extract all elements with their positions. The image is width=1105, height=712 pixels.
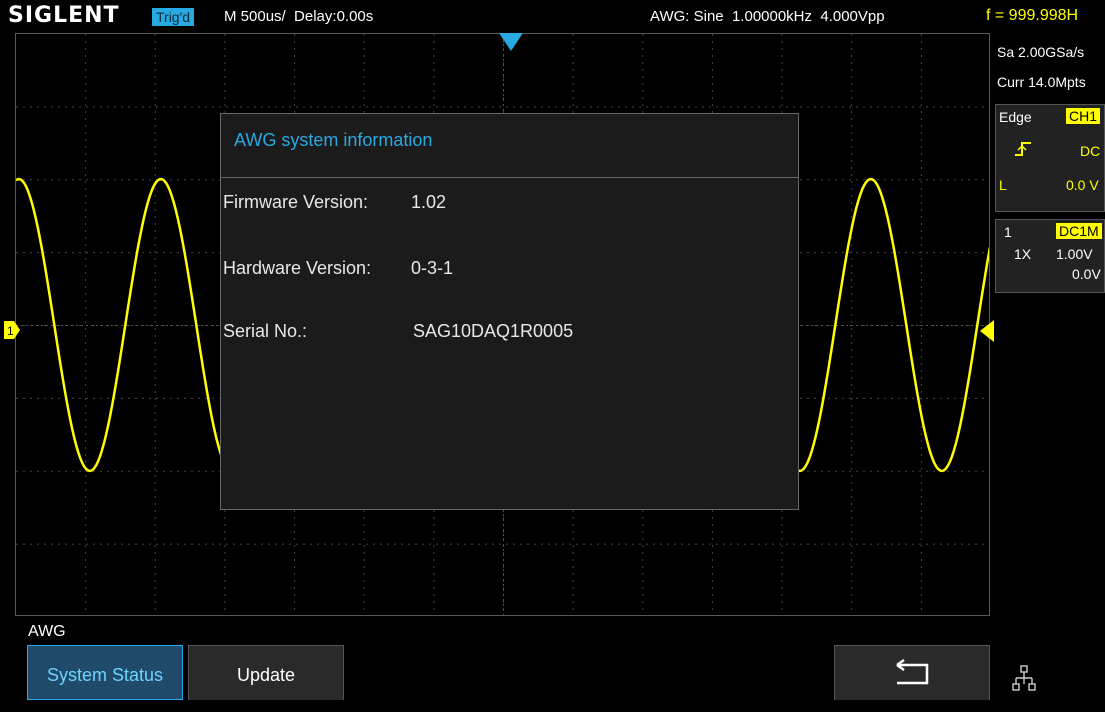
hardware-label: Hardware Version: [223,258,372,278]
vertical-offset: 0.0V [1072,266,1101,282]
trigger-type: Edge [999,109,1032,125]
system-status-button[interactable]: System Status [27,645,183,700]
dialog-title: AWG system information [234,130,433,150]
trigger-position-marker [499,33,523,51]
awg-summary: AWG: Sine 1.00000kHz 4.000Vpp [650,8,885,25]
timebase-readout[interactable]: M 500us/ Delay:0.00s [224,8,373,26]
channel-coupling: DC1M [1056,223,1102,239]
timebase-value: M 500us/ [224,8,286,25]
vertical-scale: 1.00V [1056,246,1093,262]
delay-value: Delay:0.00s [294,8,374,25]
hardware-value: 0-3-1 [411,258,454,278]
brand-logo: SIGLENT [8,3,120,28]
channel-number: 1 [1004,224,1012,240]
update-button[interactable]: Update [188,645,344,700]
firmware-value: 1.02 [411,192,447,212]
trigger-level-label: L [999,177,1007,193]
menu-title: AWG [28,623,66,640]
return-arrow-icon [896,658,929,685]
rising-edge-icon [1015,142,1031,156]
firmware-label: Firmware Version: [223,192,369,212]
dialog-header: AWG system information [221,114,798,178]
svg-text:1: 1 [7,324,14,338]
channel1-info-panel[interactable]: 1 DC1M 1X 1.00V 0.0V [995,219,1105,293]
awg-info-dialog: AWG system information Firmware Version:… [220,113,799,510]
probe-ratio: 1X [1014,246,1032,262]
channel1-offset-marker: 1 [4,321,20,339]
trigger-source: CH1 [1066,108,1101,124]
back-button[interactable] [834,645,990,700]
sample-rate: Sa 2.00GSa/s [997,44,1085,60]
memory-depth: Curr 14.0Mpts [997,74,1086,90]
frequency-readout: f = 999.998H [986,7,1079,24]
trigger-info-panel[interactable]: Edge CH1 DC L 0.0 V [995,104,1105,212]
trigger-level: 0.0 V [1066,177,1099,193]
serial-value: SAG10DAQ1R0005 [413,321,574,341]
acquisition-info: Sa 2.00GSa/s Curr 14.0Mpts [995,34,1105,104]
trigger-coupling: DC [1080,143,1101,159]
serial-label: Serial No.: [223,321,308,341]
network-icon [1012,665,1036,691]
trigger-status-badge: Trig'd [152,8,195,26]
trigger-level-marker [980,320,994,342]
top-status-bar: SIGLENT Trig'd M 500us/ Delay:0.00s AWG:… [0,0,1105,32]
